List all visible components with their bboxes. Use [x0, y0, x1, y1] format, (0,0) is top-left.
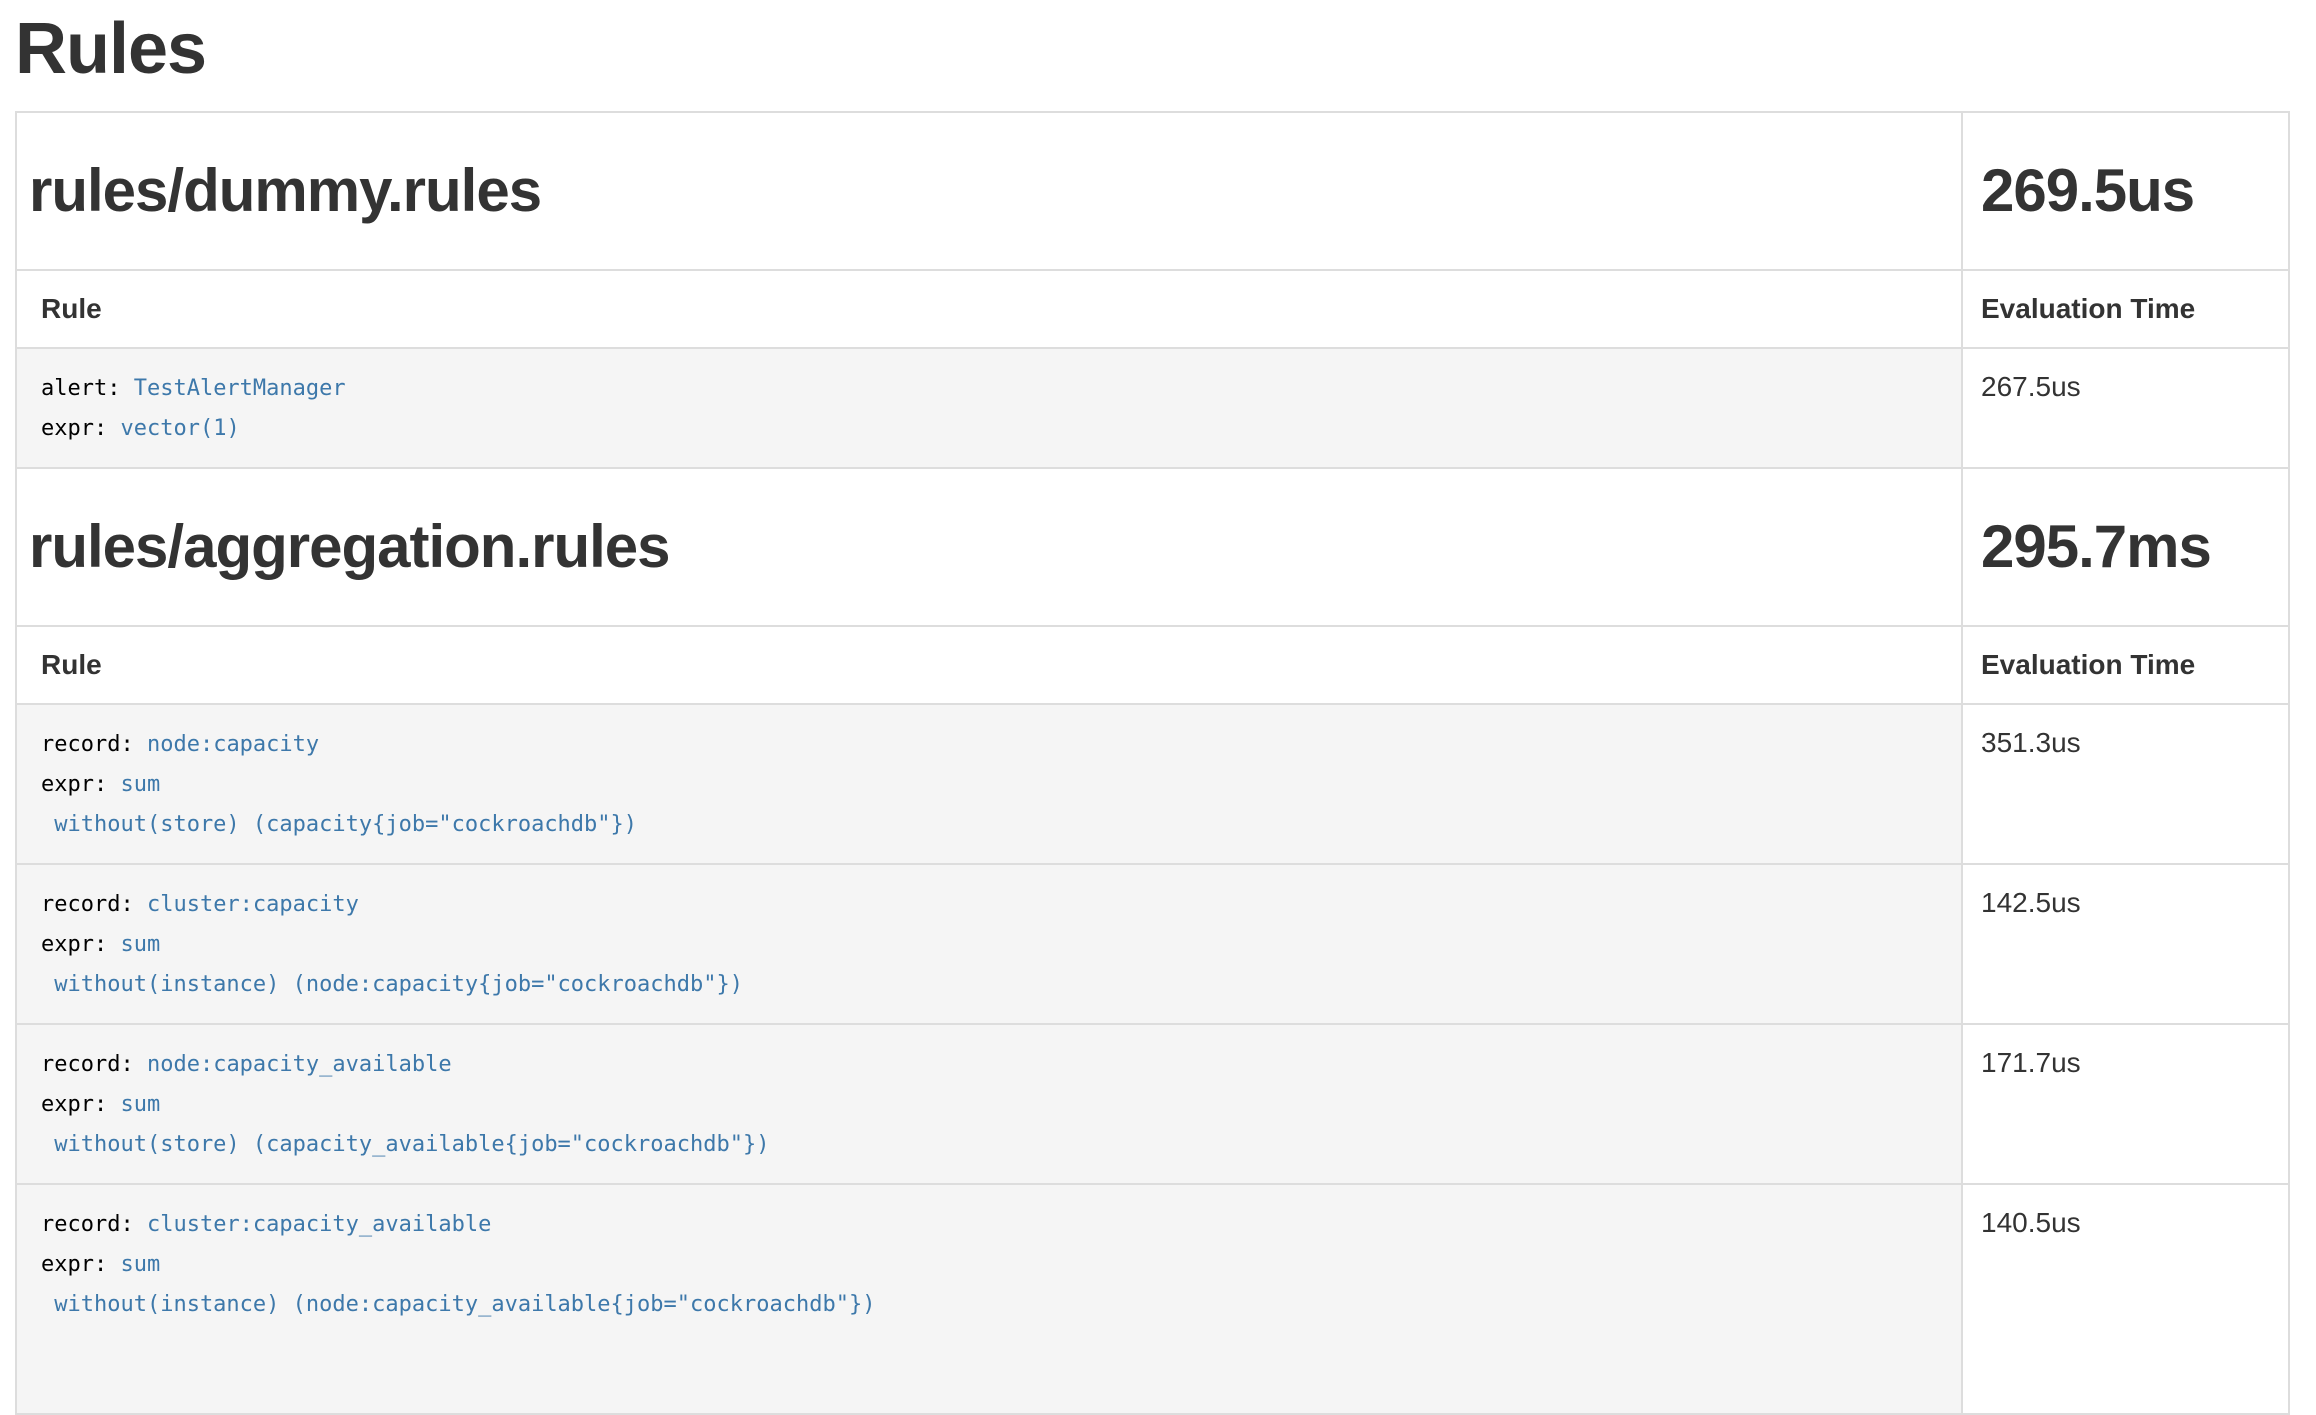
- rule-link[interactable]: node:capacity: [147, 732, 319, 757]
- rules-page: Rules rules/dummy.rules 269.5us Rule Eva…: [0, 0, 2316, 1415]
- rule-definition: record: cluster:capacity_available expr:…: [41, 1203, 1937, 1325]
- evaluation-time-column-header: Evaluation Time: [1962, 270, 2289, 348]
- evaluation-time-column-header: Evaluation Time: [1962, 626, 2289, 704]
- rule-group-file: rules/dummy.rules: [29, 158, 1949, 224]
- rule-row: alert: TestAlertManager expr: vector(1) …: [16, 348, 2289, 468]
- rule-group-header-row: rules/dummy.rules 269.5us: [16, 112, 2289, 270]
- rule-group-total-evaluation-time: 295.7ms: [1981, 514, 2270, 580]
- rule-link[interactable]: sum without(instance) (node:capacity_ava…: [41, 1252, 875, 1317]
- rule-group-header-row: rules/aggregation.rules 295.7ms: [16, 468, 2289, 626]
- rule-row: record: cluster:capacity_available expr:…: [16, 1184, 2289, 1414]
- rule-definition: record: cluster:capacity expr: sum witho…: [41, 883, 1937, 1005]
- rule-evaluation-time: 140.5us: [1962, 1184, 2289, 1414]
- rule-group-file: rules/aggregation.rules: [29, 514, 1949, 580]
- column-header-row: Rule Evaluation Time: [16, 626, 2289, 704]
- rule-column-header: Rule: [16, 626, 1962, 704]
- rules-table: rules/dummy.rules 269.5us Rule Evaluatio…: [15, 111, 2290, 1415]
- rule-link[interactable]: sum without(instance) (node:capacity{job…: [41, 932, 743, 997]
- rule-link[interactable]: vector(1): [120, 416, 239, 441]
- rule-link[interactable]: cluster:capacity_available: [147, 1212, 491, 1237]
- rule-row: record: node:capacity expr: sum without(…: [16, 704, 2289, 864]
- rule-link[interactable]: node:capacity_available: [147, 1052, 452, 1077]
- rule-evaluation-time: 171.7us: [1962, 1024, 2289, 1184]
- page-title: Rules: [15, 10, 2316, 89]
- rule-row: record: cluster:capacity expr: sum witho…: [16, 864, 2289, 1024]
- column-header-row: Rule Evaluation Time: [16, 270, 2289, 348]
- rule-link[interactable]: TestAlertManager: [134, 376, 346, 401]
- rule-link[interactable]: cluster:capacity: [147, 892, 359, 917]
- rule-definition: record: node:capacity expr: sum without(…: [41, 723, 1937, 845]
- rule-evaluation-time: 142.5us: [1962, 864, 2289, 1024]
- rule-link[interactable]: sum without(store) (capacity{job="cockro…: [41, 772, 637, 837]
- rule-column-header: Rule: [16, 270, 1962, 348]
- rule-row: record: node:capacity_available expr: su…: [16, 1024, 2289, 1184]
- rule-definition: alert: TestAlertManager expr: vector(1): [41, 367, 1937, 449]
- rule-link[interactable]: sum without(store) (capacity_available{j…: [41, 1092, 769, 1157]
- rule-evaluation-time: 351.3us: [1962, 704, 2289, 864]
- rule-evaluation-time: 267.5us: [1962, 348, 2289, 468]
- rule-group-total-evaluation-time: 269.5us: [1981, 158, 2270, 224]
- rule-definition: record: node:capacity_available expr: su…: [41, 1043, 1937, 1165]
